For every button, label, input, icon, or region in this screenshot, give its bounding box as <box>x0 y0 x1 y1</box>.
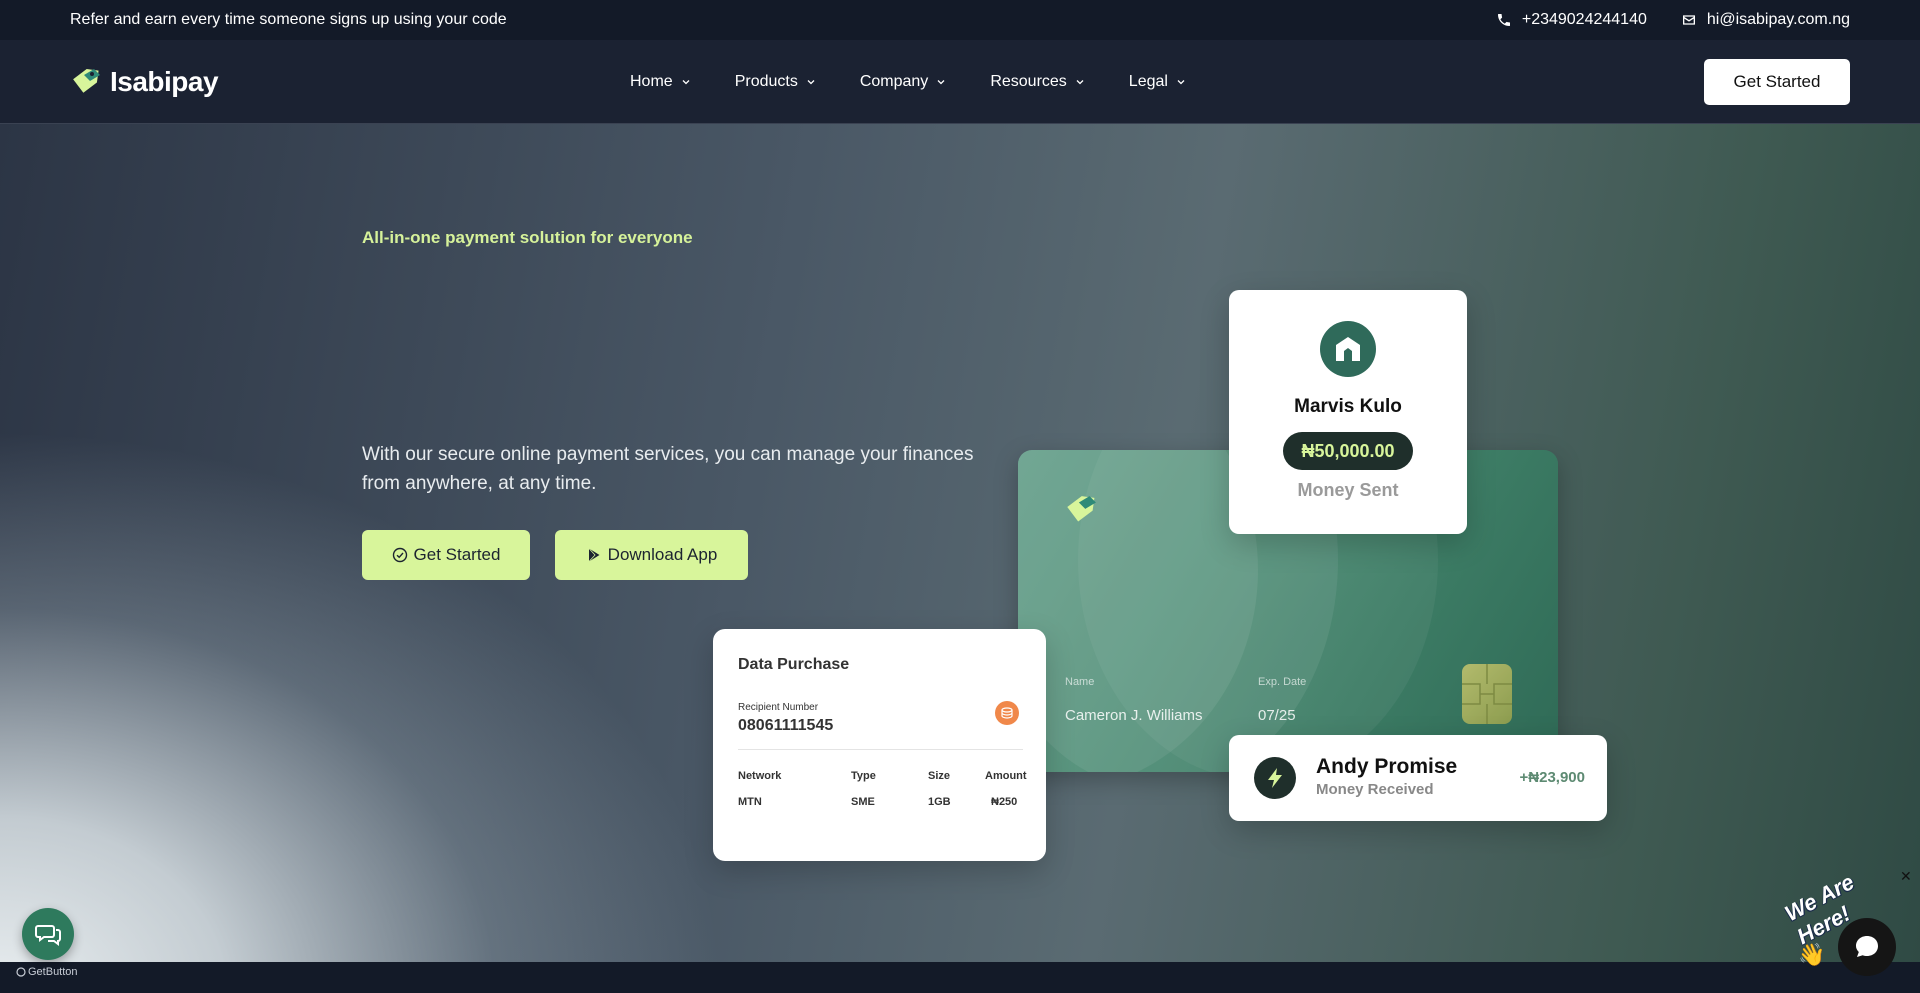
nav-item-company[interactable]: Company <box>860 73 946 91</box>
nav-item-products[interactable]: Products <box>735 73 816 91</box>
download-app-button[interactable]: Download App <box>555 530 748 580</box>
chevron-down-icon <box>1076 79 1084 84</box>
card-chip-icon <box>1462 664 1512 724</box>
mail-icon <box>1682 15 1695 25</box>
stack-coins-icon <box>995 701 1019 725</box>
close-icon[interactable]: ✕ <box>1900 868 1912 885</box>
email-address: hi@isabipay.com.ng <box>1706 11 1850 28</box>
card-exp-label: Exp. Date <box>1258 676 1307 688</box>
table-cell: ₦250 <box>991 796 1018 808</box>
sent-status: Money Sent <box>1297 480 1399 500</box>
getbutton-chat-button[interactable] <box>22 908 74 960</box>
brand-name: Isabipay <box>110 65 219 97</box>
received-status: Money Received <box>1316 781 1434 798</box>
check-circle-icon <box>392 547 407 563</box>
column-header: Type <box>851 770 876 782</box>
live-chat-button[interactable] <box>1838 918 1896 976</box>
column-header: Size <box>928 770 951 782</box>
hero-get-started-label: Get Started <box>413 545 501 564</box>
hero-get-started-button[interactable]: Get Started <box>362 530 530 580</box>
play-store-icon <box>588 548 600 562</box>
chevron-down-icon <box>682 79 690 84</box>
nav-item-legal[interactable]: Legal <box>1129 73 1186 91</box>
contact-info: +2349024244140 hi@isabipay.com.ng <box>1496 11 1850 29</box>
nav-item-label: Home <box>630 72 673 90</box>
nav-item-label: Legal <box>1128 72 1168 90</box>
tag-logo-icon <box>73 68 100 93</box>
receiver-name: Andy Promise <box>1316 755 1458 778</box>
data-purchase-card: Data Purchase Recipient Number 080611115… <box>713 629 1046 861</box>
card-logo-icon <box>1067 496 1096 522</box>
chat-icon <box>1856 936 1878 957</box>
money-received-card: Andy Promise Money Received +₦23,900 <box>1229 735 1607 821</box>
card-exp-value: 07/25 <box>1258 707 1296 724</box>
table-cell: SME <box>851 796 875 808</box>
nav-item-home[interactable]: Home <box>630 73 691 91</box>
money-sent-card: Marvis Kulo ₦50,000.00 Money Sent <box>1229 290 1467 534</box>
divider <box>738 749 1023 750</box>
nav-item-label: Products <box>734 72 798 90</box>
phone-number: +2349024244140 <box>1521 11 1647 28</box>
phone-contact[interactable]: +2349024244140 <box>1496 11 1647 29</box>
nav-menu: Home Products Company Resources Legal <box>630 73 1704 91</box>
top-announcement-bar: Refer and earn every time someone signs … <box>0 0 1920 40</box>
lightning-icon <box>1254 757 1296 799</box>
card-name-label: Name <box>1065 676 1095 688</box>
home-logo-icon <box>1336 337 1360 361</box>
email-contact[interactable]: hi@isabipay.com.ng <box>1681 11 1850 29</box>
hero-tagline: All-in-one payment solution for everyone <box>362 228 693 247</box>
referral-promo-text: Refer and earn every time someone signs … <box>70 11 507 28</box>
waving-hand-icon: 👋 <box>1798 942 1826 967</box>
getbutton-label: GetButton <box>28 966 78 978</box>
chevron-down-icon <box>807 79 815 84</box>
column-header: Network <box>738 770 782 782</box>
phone-icon <box>1497 14 1510 26</box>
recipient-number: 08061111545 <box>738 717 834 734</box>
sender-name: Marvis Kulo <box>1294 396 1402 417</box>
hero-description: With our secure online payment services,… <box>362 444 974 494</box>
chevron-down-icon <box>937 79 945 84</box>
table-cell: MTN <box>738 796 762 808</box>
chat-bubbles-icon <box>35 925 61 946</box>
column-header: Amount <box>985 770 1027 782</box>
getbutton-credit[interactable]: GetButton <box>16 966 78 978</box>
chevron-down-icon <box>1177 79 1185 84</box>
main-navigation: Isabipay Home Products Company Resources… <box>0 40 1920 124</box>
card-name-value: Cameron J. Williams <box>1065 707 1203 724</box>
footer-strip <box>0 962 1920 993</box>
nav-item-label: Company <box>859 72 929 90</box>
nav-item-resources[interactable]: Resources <box>990 73 1084 91</box>
download-app-label: Download App <box>607 545 718 564</box>
brand-logo[interactable]: Isabipay <box>70 66 630 98</box>
received-amount: +₦23,900 <box>1519 769 1585 786</box>
sent-amount-badge: ₦50,000.00 <box>1283 432 1413 470</box>
table-cell: 1GB <box>928 796 951 808</box>
avatar <box>1320 321 1376 377</box>
nav-item-label: Resources <box>990 72 1067 90</box>
data-purchase-title: Data Purchase <box>738 656 850 673</box>
nav-get-started-button[interactable]: Get Started <box>1704 58 1850 105</box>
recipient-label: Recipient Number <box>738 702 819 713</box>
getbutton-logo-icon <box>16 967 26 977</box>
